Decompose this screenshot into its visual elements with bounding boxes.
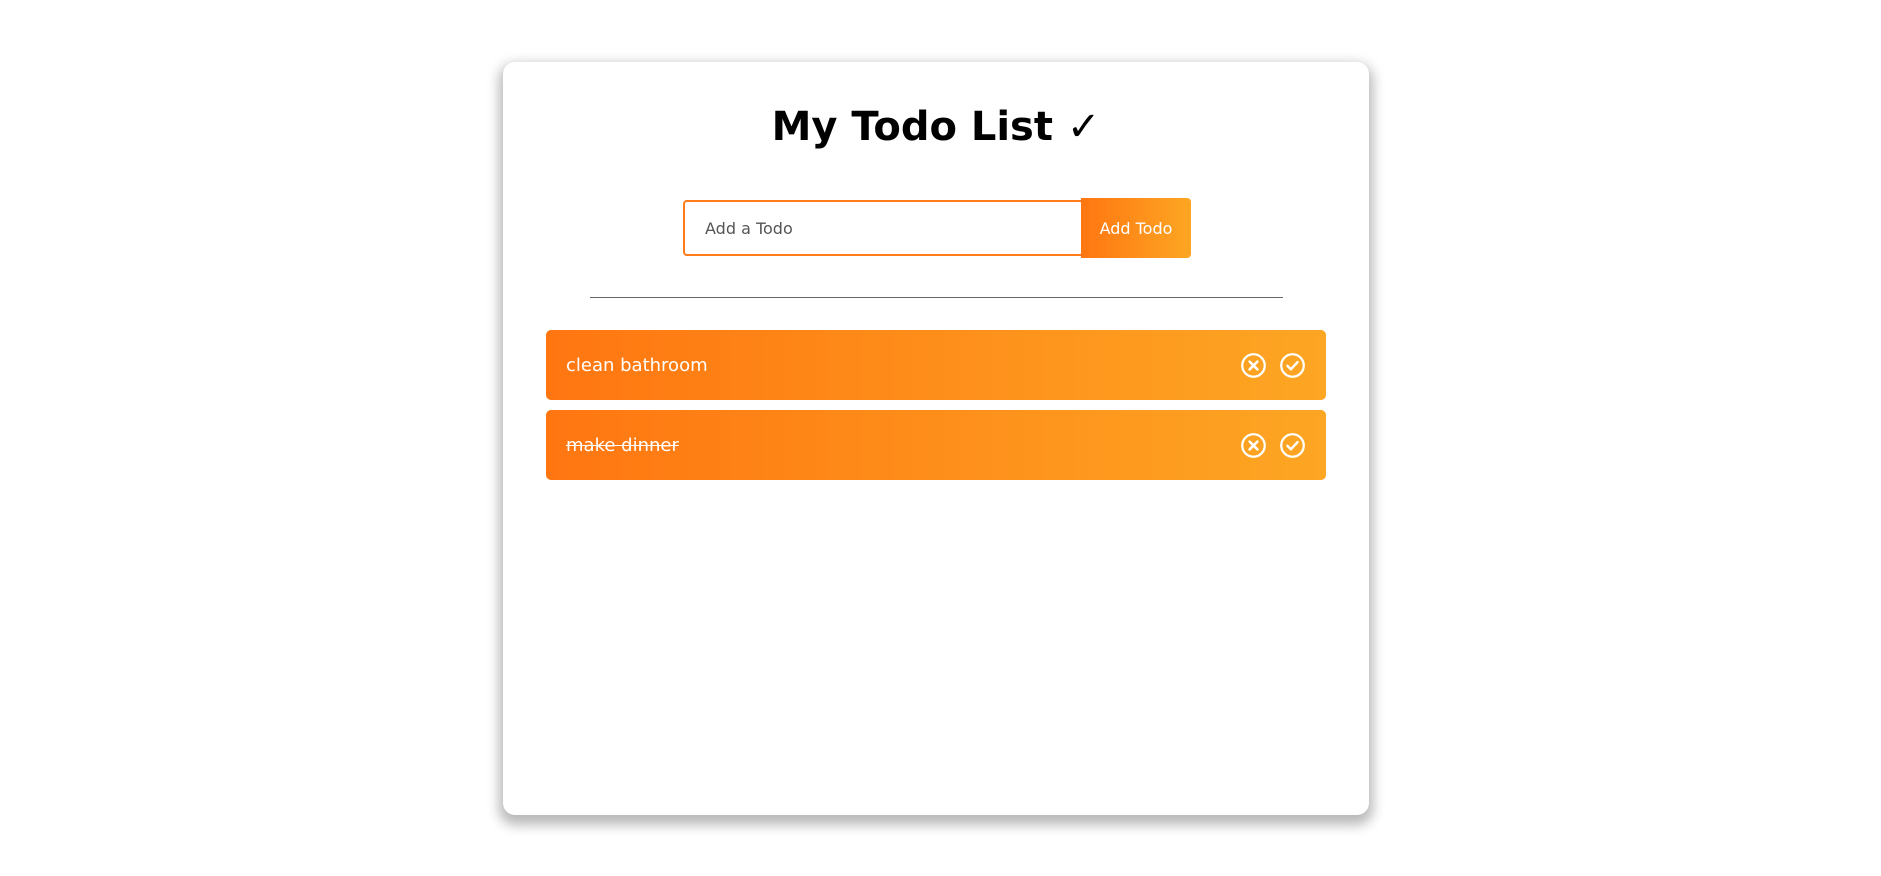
todo-input[interactable] [683, 200, 1083, 256]
todo-item[interactable]: make dinner [546, 410, 1326, 480]
todo-item-text: make dinner [566, 434, 679, 456]
todo-form: Add Todo [683, 198, 1191, 258]
check-circle-icon[interactable] [1279, 432, 1306, 459]
page-title: My Todo List ✓ [771, 104, 1101, 150]
todo-item-actions [1240, 432, 1306, 459]
todo-item-text: clean bathroom [566, 354, 708, 376]
todo-item-actions [1240, 352, 1306, 379]
todo-item[interactable]: clean bathroom [546, 330, 1326, 400]
check-circle-icon[interactable] [1279, 352, 1306, 379]
close-circle-icon[interactable] [1240, 352, 1267, 379]
add-todo-button[interactable]: Add Todo [1081, 198, 1191, 258]
todo-list: clean bathroom make dinner [546, 330, 1326, 490]
todo-card: My Todo List ✓ Add Todo clean bathroom m… [503, 62, 1369, 815]
divider [590, 297, 1283, 298]
close-circle-icon[interactable] [1240, 432, 1267, 459]
